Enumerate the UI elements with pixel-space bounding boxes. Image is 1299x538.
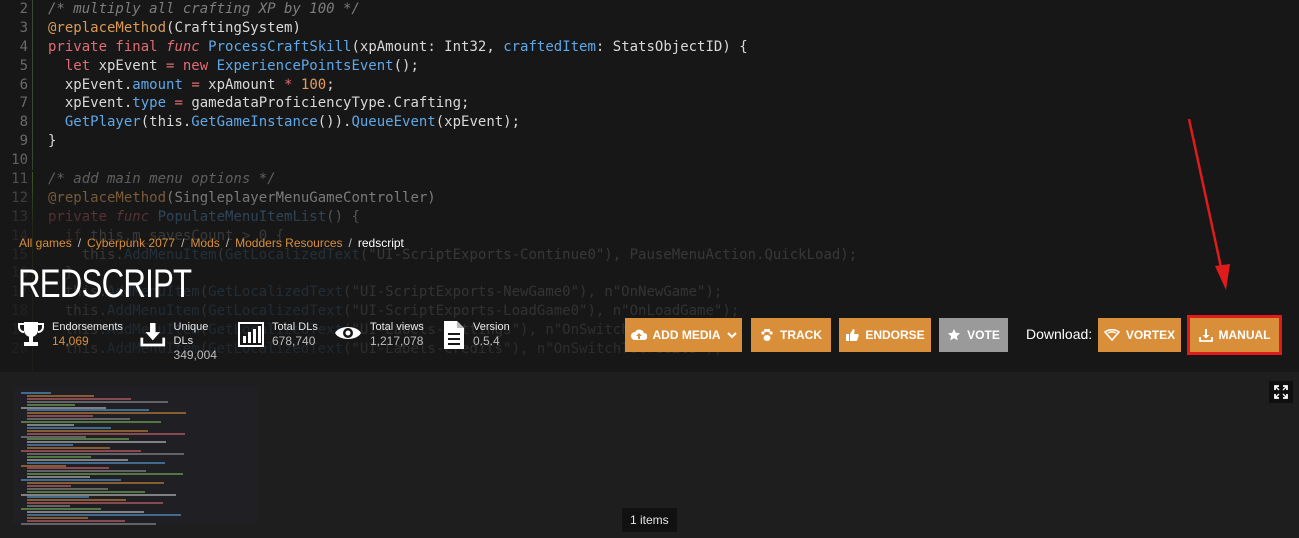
thumbnail-code-line — [27, 403, 75, 406]
media-gallery: 1 items — [0, 372, 1299, 538]
thumbnail-code-line — [27, 513, 181, 516]
annotation-arrow — [1187, 118, 1230, 290]
thumbnail-code-line — [27, 455, 91, 458]
thumbnail-code-line — [21, 493, 176, 496]
thumbnail-code-line — [27, 400, 168, 403]
thumbnail-code-line — [27, 510, 144, 513]
thumbnail-code-line — [27, 496, 89, 499]
thumbnail-code-line — [27, 473, 183, 476]
thumbnail-code-line — [27, 476, 90, 479]
thumbnail-code-line — [27, 452, 184, 455]
thumbnail-code-line — [27, 409, 149, 412]
thumbnail-code-line — [27, 467, 109, 470]
thumbnail-code-line — [21, 508, 101, 510]
thumbnail-code-line — [27, 441, 166, 444]
thumbnail-code-line — [27, 397, 131, 400]
thumbnail-code-line — [27, 432, 185, 435]
thumbnail-code-line — [27, 444, 73, 447]
expand-icon[interactable] — [1269, 381, 1293, 403]
thumbnail-code-line — [27, 461, 165, 464]
thumbnail-code-line — [27, 502, 163, 505]
thumbnail-code-line — [21, 522, 156, 525]
thumbnail-code-line — [27, 516, 88, 519]
thumbnail-code-line — [27, 458, 128, 461]
gallery-thumbnail[interactable] — [13, 386, 257, 525]
thumbnail-code-line — [27, 499, 126, 502]
thumbnail-code-line — [21, 406, 106, 409]
thumbnail-code-line — [21, 421, 161, 423]
thumbnail-code-line — [27, 429, 148, 432]
gallery-count-badge: 1 items — [622, 508, 677, 532]
thumbnail-code-line — [21, 479, 121, 481]
thumbnail-code-line — [21, 464, 66, 467]
thumbnail-code-line — [21, 435, 86, 438]
thumbnail-code-line — [21, 450, 141, 452]
thumbnail-code-line — [27, 519, 125, 522]
mod-header: 2/* multiply all crafting XP by 100 */3 @… — [0, 0, 1299, 372]
thumbnail-code-line — [27, 487, 108, 490]
thumbnail-code-line — [27, 490, 145, 493]
thumbnail-code-line — [27, 470, 146, 473]
thumbnail-code-line — [27, 418, 130, 421]
thumbnail-code-line — [27, 426, 111, 429]
thumbnail-code-line — [27, 415, 93, 418]
thumbnail-code-line — [27, 484, 71, 487]
thumbnail-code-line — [27, 438, 129, 441]
thumbnail-code-line — [27, 412, 186, 415]
thumbnail-code-line — [21, 392, 51, 394]
thumbnail-code-line — [27, 394, 94, 397]
thumbnail-code-line — [27, 423, 74, 426]
thumbnail-code-line — [27, 447, 110, 450]
thumbnail-code-line — [27, 505, 70, 508]
thumbnail-code-line — [27, 481, 164, 484]
